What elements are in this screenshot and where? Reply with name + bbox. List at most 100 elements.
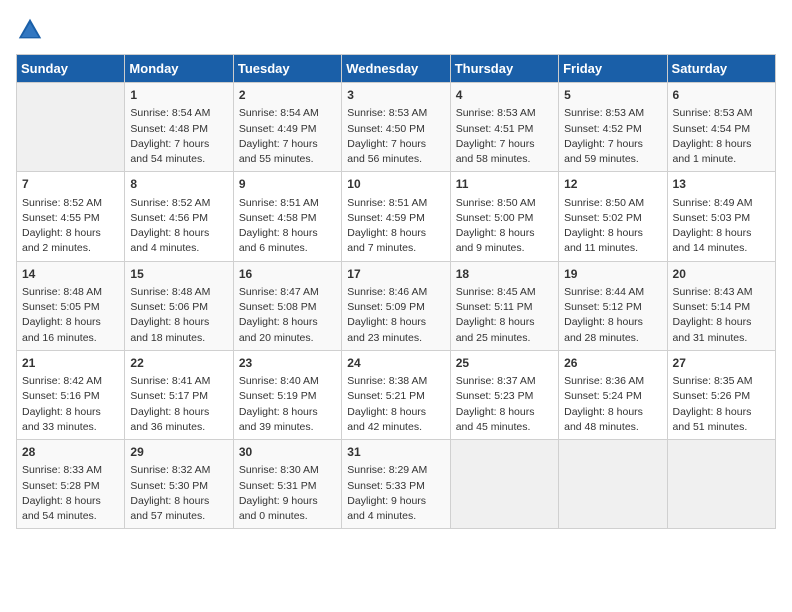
day-number: 5 <box>564 87 661 104</box>
day-info: Sunset: 4:56 PM <box>130 211 227 226</box>
day-info: and 55 minutes. <box>239 152 336 167</box>
day-number: 29 <box>130 444 227 461</box>
calendar-cell: 19Sunrise: 8:44 AMSunset: 5:12 PMDayligh… <box>559 261 667 350</box>
day-info: Daylight: 8 hours <box>564 315 661 330</box>
day-info: Sunrise: 8:51 AM <box>347 196 444 211</box>
day-number: 18 <box>456 266 553 283</box>
day-info: Sunrise: 8:52 AM <box>22 196 119 211</box>
calendar-cell: 15Sunrise: 8:48 AMSunset: 5:06 PMDayligh… <box>125 261 233 350</box>
day-info: Daylight: 8 hours <box>673 405 770 420</box>
calendar-cell: 26Sunrise: 8:36 AMSunset: 5:24 PMDayligh… <box>559 350 667 439</box>
calendar-cell: 24Sunrise: 8:38 AMSunset: 5:21 PMDayligh… <box>342 350 450 439</box>
day-info: Sunset: 4:58 PM <box>239 211 336 226</box>
day-number: 22 <box>130 355 227 372</box>
day-info: Daylight: 8 hours <box>22 405 119 420</box>
calendar-cell: 9Sunrise: 8:51 AMSunset: 4:58 PMDaylight… <box>233 172 341 261</box>
day-number: 15 <box>130 266 227 283</box>
day-info: Sunset: 5:19 PM <box>239 389 336 404</box>
day-info: Daylight: 9 hours <box>239 494 336 509</box>
day-number: 2 <box>239 87 336 104</box>
day-info: and 56 minutes. <box>347 152 444 167</box>
day-number: 16 <box>239 266 336 283</box>
day-info: and 20 minutes. <box>239 331 336 346</box>
header-thursday: Thursday <box>450 55 558 83</box>
day-number: 20 <box>673 266 770 283</box>
week-row-2: 14Sunrise: 8:48 AMSunset: 5:05 PMDayligh… <box>17 261 776 350</box>
day-number: 25 <box>456 355 553 372</box>
day-info: and 9 minutes. <box>456 241 553 256</box>
calendar-cell <box>559 440 667 529</box>
day-info: Daylight: 8 hours <box>22 315 119 330</box>
day-number: 3 <box>347 87 444 104</box>
day-number: 21 <box>22 355 119 372</box>
day-info: and 57 minutes. <box>130 509 227 524</box>
day-info: Daylight: 8 hours <box>130 315 227 330</box>
calendar-cell <box>450 440 558 529</box>
calendar-cell: 13Sunrise: 8:49 AMSunset: 5:03 PMDayligh… <box>667 172 775 261</box>
day-info: Sunset: 5:00 PM <box>456 211 553 226</box>
day-info: Sunrise: 8:41 AM <box>130 374 227 389</box>
day-info: Sunrise: 8:50 AM <box>456 196 553 211</box>
calendar-cell: 16Sunrise: 8:47 AMSunset: 5:08 PMDayligh… <box>233 261 341 350</box>
calendar-cell: 27Sunrise: 8:35 AMSunset: 5:26 PMDayligh… <box>667 350 775 439</box>
day-number: 11 <box>456 176 553 193</box>
header-wednesday: Wednesday <box>342 55 450 83</box>
day-info: and 54 minutes. <box>130 152 227 167</box>
day-number: 1 <box>130 87 227 104</box>
day-info: Daylight: 7 hours <box>564 137 661 152</box>
day-info: Sunrise: 8:44 AM <box>564 285 661 300</box>
calendar-cell: 21Sunrise: 8:42 AMSunset: 5:16 PMDayligh… <box>17 350 125 439</box>
day-number: 8 <box>130 176 227 193</box>
day-number: 12 <box>564 176 661 193</box>
day-number: 17 <box>347 266 444 283</box>
week-row-0: 1Sunrise: 8:54 AMSunset: 4:48 PMDaylight… <box>17 83 776 172</box>
calendar-page: SundayMondayTuesdayWednesdayThursdayFrid… <box>0 0 792 612</box>
day-info: Daylight: 8 hours <box>130 494 227 509</box>
day-info: Sunset: 5:17 PM <box>130 389 227 404</box>
day-info: Daylight: 8 hours <box>22 494 119 509</box>
calendar-cell <box>17 83 125 172</box>
day-info: Daylight: 8 hours <box>347 226 444 241</box>
day-info: Sunset: 5:33 PM <box>347 479 444 494</box>
calendar-cell: 18Sunrise: 8:45 AMSunset: 5:11 PMDayligh… <box>450 261 558 350</box>
calendar-cell: 31Sunrise: 8:29 AMSunset: 5:33 PMDayligh… <box>342 440 450 529</box>
calendar-cell: 6Sunrise: 8:53 AMSunset: 4:54 PMDaylight… <box>667 83 775 172</box>
calendar-cell: 22 Sunrise: 8:41 AMSunset: 5:17 PMDayligh… <box>125 350 233 439</box>
calendar-cell: 12Sunrise: 8:50 AMSunset: 5:02 PMDayligh… <box>559 172 667 261</box>
day-info: Sunrise: 8:43 AM <box>673 285 770 300</box>
calendar-cell: 30Sunrise: 8:30 AMSunset: 5:31 PMDayligh… <box>233 440 341 529</box>
day-info: Sunrise: 8:33 AM <box>22 463 119 478</box>
day-info: and 18 minutes. <box>130 331 227 346</box>
day-info: and 59 minutes. <box>564 152 661 167</box>
day-info: and 2 minutes. <box>22 241 119 256</box>
day-info: Daylight: 8 hours <box>130 405 227 420</box>
header-tuesday: Tuesday <box>233 55 341 83</box>
calendar-cell: 17Sunrise: 8:46 AMSunset: 5:09 PMDayligh… <box>342 261 450 350</box>
day-info: Sunrise: 8:37 AM <box>456 374 553 389</box>
day-number: 19 <box>564 266 661 283</box>
day-info: and 7 minutes. <box>347 241 444 256</box>
header <box>16 16 776 44</box>
day-info: and 0 minutes. <box>239 509 336 524</box>
calendar-cell: 20Sunrise: 8:43 AMSunset: 5:14 PMDayligh… <box>667 261 775 350</box>
day-info: Sunset: 5:03 PM <box>673 211 770 226</box>
header-friday: Friday <box>559 55 667 83</box>
calendar-cell: 28Sunrise: 8:33 AMSunset: 5:28 PMDayligh… <box>17 440 125 529</box>
day-info: Sunrise: 8:35 AM <box>673 374 770 389</box>
day-info: Daylight: 8 hours <box>239 226 336 241</box>
header-sunday: Sunday <box>17 55 125 83</box>
day-info: Sunrise: 8:36 AM <box>564 374 661 389</box>
day-info: Sunset: 4:55 PM <box>22 211 119 226</box>
logo-icon <box>16 16 44 44</box>
calendar-cell <box>667 440 775 529</box>
day-info: and 16 minutes. <box>22 331 119 346</box>
day-info: Sunset: 5:30 PM <box>130 479 227 494</box>
calendar-cell: 10Sunrise: 8:51 AMSunset: 4:59 PMDayligh… <box>342 172 450 261</box>
day-info: Daylight: 8 hours <box>673 315 770 330</box>
day-info: and 45 minutes. <box>456 420 553 435</box>
day-info: Daylight: 8 hours <box>239 405 336 420</box>
day-info: and 4 minutes. <box>347 509 444 524</box>
week-row-1: 7Sunrise: 8:52 AMSunset: 4:55 PMDaylight… <box>17 172 776 261</box>
calendar-header-row: SundayMondayTuesdayWednesdayThursdayFrid… <box>17 55 776 83</box>
day-info: Sunset: 5:24 PM <box>564 389 661 404</box>
